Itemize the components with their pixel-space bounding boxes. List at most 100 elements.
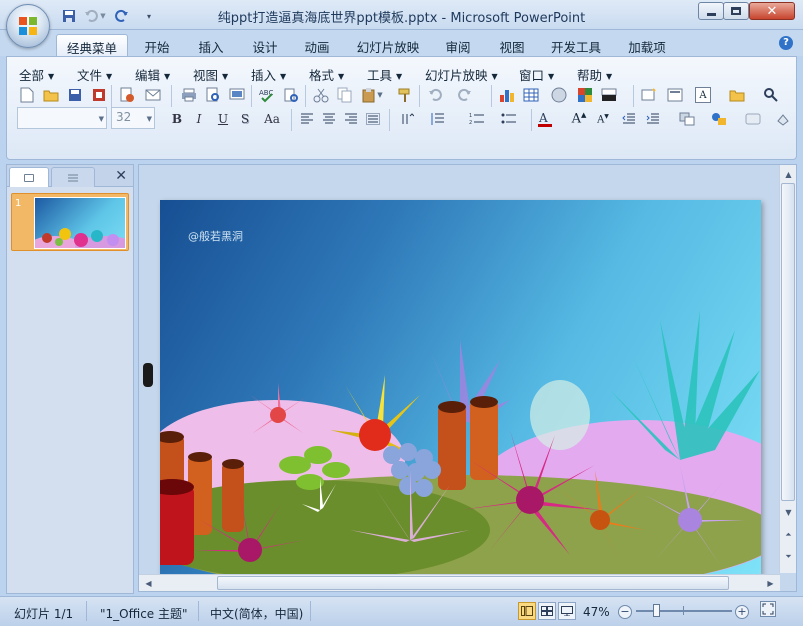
zoom-out-icon[interactable]: −: [618, 605, 632, 619]
vertical-scrollbar[interactable]: ▲ ▼ ⏶ ⏷: [779, 165, 796, 573]
tab-home[interactable]: 开始: [136, 34, 178, 56]
new-slide-icon[interactable]: [639, 85, 659, 105]
tab-developer[interactable]: 开发工具: [542, 34, 610, 56]
slide-show-view-button[interactable]: [558, 602, 576, 620]
tab-addins[interactable]: 加载项: [620, 34, 674, 56]
copy-icon[interactable]: [335, 85, 355, 105]
fit-to-window-button[interactable]: [760, 601, 776, 617]
menu-help[interactable]: 帮助 ▼: [577, 65, 612, 84]
scroll-down-icon[interactable]: ▼: [781, 505, 796, 520]
tab-animation[interactable]: 动画: [296, 34, 338, 56]
tab-slideshow[interactable]: 幻灯片放映: [348, 34, 428, 56]
insert-clipart-icon[interactable]: [549, 85, 569, 105]
slide-canvas[interactable]: @般若黑洞: [160, 200, 761, 575]
increase-indent-icon[interactable]: [643, 109, 663, 129]
tab-view[interactable]: 视图: [490, 34, 534, 56]
align-left-icon[interactable]: [297, 109, 317, 129]
font-name-combo[interactable]: ▼: [17, 107, 107, 129]
tab-classic-menu[interactable]: 经典菜单: [56, 34, 128, 56]
previous-slide-icon[interactable]: ⏶: [781, 527, 796, 542]
print-preview-icon[interactable]: [203, 85, 223, 105]
insert-table-icon[interactable]: [521, 85, 541, 105]
font-color-icon[interactable]: A: [535, 109, 555, 129]
menu-window[interactable]: 窗口 ▼: [519, 65, 554, 84]
text-direction-icon[interactable]: [397, 109, 417, 129]
color-grayscale-icon[interactable]: [575, 85, 595, 105]
tab-review[interactable]: 审阅: [436, 34, 480, 56]
shape-fill-icon[interactable]: [773, 109, 793, 129]
format-painter-icon[interactable]: [395, 85, 415, 105]
open-icon[interactable]: [41, 85, 61, 105]
normal-view-button[interactable]: [518, 602, 536, 620]
bold-button[interactable]: B: [167, 109, 187, 129]
arrange-icon[interactable]: [677, 109, 697, 129]
redo-icon[interactable]: [455, 85, 475, 105]
zoom-percentage[interactable]: 47%: [583, 605, 610, 619]
zoom-slider-thumb[interactable]: [652, 604, 660, 617]
scroll-left-icon[interactable]: ◀: [141, 576, 156, 591]
textbox-icon[interactable]: A: [695, 87, 711, 103]
office-button[interactable]: [6, 4, 50, 48]
close-button[interactable]: ✕: [749, 2, 795, 20]
menu-tools[interactable]: 工具 ▼: [367, 65, 402, 84]
underline-button[interactable]: U: [213, 109, 233, 129]
align-center-icon[interactable]: [319, 109, 339, 129]
menu-all[interactable]: 全部 ▼: [19, 65, 54, 84]
slide-editing-area[interactable]: @般若黑洞 ▲ ▼ ⏶ ⏷ ◀ ▶: [138, 164, 797, 592]
email-icon[interactable]: [143, 85, 163, 105]
language-indicator[interactable]: 中文(简体，中国): [210, 605, 303, 622]
undo-icon[interactable]: [425, 85, 445, 105]
minimize-button[interactable]: [698, 2, 724, 20]
tab-outline[interactable]: [51, 167, 95, 187]
insert-chart-icon[interactable]: [497, 85, 517, 105]
quick-styles-icon[interactable]: [743, 109, 763, 129]
next-slide-icon[interactable]: ⏷: [781, 549, 796, 564]
research-icon[interactable]: [281, 85, 301, 105]
cut-icon[interactable]: [311, 85, 331, 105]
slide-thumbnail-item[interactable]: 1: [11, 193, 129, 251]
paste-dropdown-icon[interactable]: ▼: [375, 85, 385, 105]
zoom-slider[interactable]: [636, 604, 732, 617]
maximize-button[interactable]: [723, 2, 749, 20]
tab-insert[interactable]: 插入: [190, 34, 232, 56]
numbering-icon[interactable]: 12: [467, 109, 487, 129]
menu-view[interactable]: 视图 ▼: [193, 65, 228, 84]
decrease-indent-icon[interactable]: [619, 109, 639, 129]
slide-sorter-view-button[interactable]: [538, 602, 556, 620]
publish-icon[interactable]: [117, 85, 137, 105]
permission-icon[interactable]: [89, 85, 109, 105]
bullets-icon[interactable]: [499, 109, 519, 129]
scroll-up-icon[interactable]: ▲: [781, 167, 796, 182]
new-icon[interactable]: [17, 85, 37, 105]
menu-insert[interactable]: 插入 ▼: [251, 65, 286, 84]
horizontal-scroll-thumb[interactable]: [217, 576, 729, 590]
horizontal-scrollbar[interactable]: ◀ ▶: [139, 574, 780, 591]
folder-icon[interactable]: [727, 85, 747, 105]
menu-file[interactable]: 文件 ▼: [77, 65, 112, 84]
find-icon[interactable]: [761, 85, 781, 105]
shapes-icon[interactable]: [709, 109, 729, 129]
tab-design[interactable]: 设计: [244, 34, 286, 56]
italic-button[interactable]: I: [189, 109, 209, 129]
help-icon[interactable]: ?: [779, 36, 793, 50]
black-white-icon[interactable]: [599, 85, 619, 105]
font-size-combo[interactable]: 32 ▼: [111, 107, 155, 129]
justify-icon[interactable]: [363, 109, 383, 129]
spelling-icon[interactable]: ABC: [257, 85, 277, 105]
slide-layout-icon[interactable]: [665, 85, 685, 105]
slide-show-icon[interactable]: [227, 85, 247, 105]
zoom-in-icon[interactable]: +: [735, 605, 749, 619]
print-icon[interactable]: [179, 85, 199, 105]
shadow-button[interactable]: S: [235, 109, 255, 129]
line-spacing-icon[interactable]: [427, 109, 447, 129]
menu-slideshow[interactable]: 幻灯片放映 ▼: [425, 65, 498, 84]
save-icon[interactable]: [65, 85, 85, 105]
menu-format[interactable]: 格式 ▼: [309, 65, 344, 84]
shrink-font-icon[interactable]: A▼: [593, 109, 613, 129]
scroll-right-icon[interactable]: ▶: [763, 576, 778, 591]
grow-font-icon[interactable]: A▲: [569, 109, 589, 129]
vertical-scroll-thumb[interactable]: [781, 183, 795, 501]
menu-edit[interactable]: 编辑 ▼: [135, 65, 170, 84]
change-case-button[interactable]: Aa: [259, 109, 285, 129]
align-right-icon[interactable]: [341, 109, 361, 129]
